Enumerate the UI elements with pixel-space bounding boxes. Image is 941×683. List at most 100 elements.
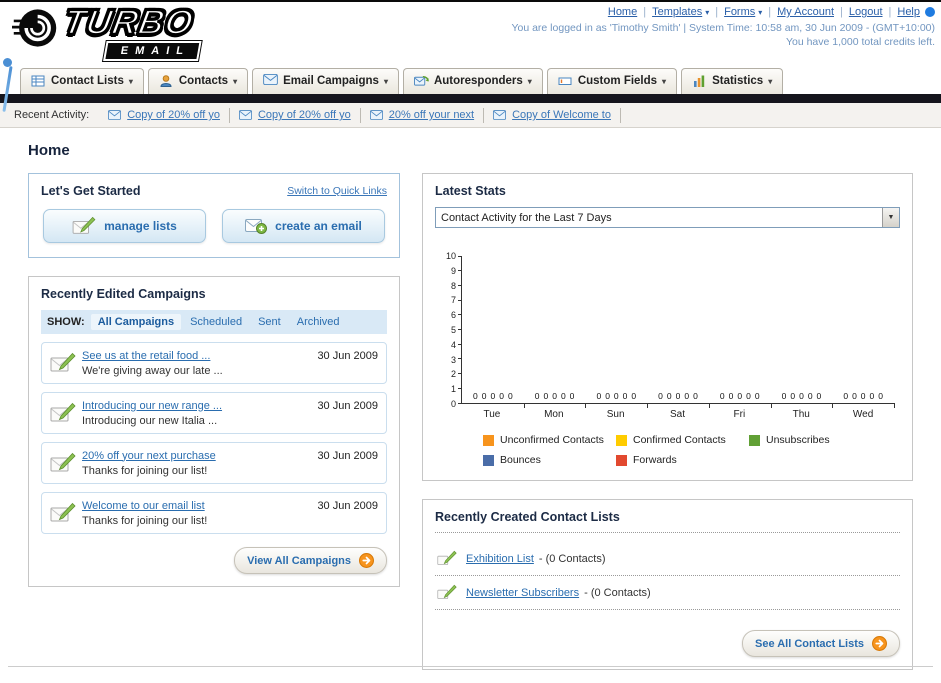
x-axis-tick-mark [708,403,710,408]
bar-value-label: 0 [622,391,628,401]
campaign-row[interactable]: Welcome to our email list Thanks for joi… [41,492,387,534]
bar-value-group: 00000 [709,391,771,401]
top-link-templates[interactable]: Templates [637,6,709,18]
manage-lists-button[interactable]: manage lists [43,209,206,243]
envelope-icon [493,110,507,120]
bar-value-label: 0 [605,391,610,401]
credits-info: You have 1,000 total credits left. [785,36,935,48]
campaign-title-link[interactable]: Welcome to our email list [82,500,309,512]
get-started-title: Let's Get Started [41,184,141,198]
recent-activity-item[interactable]: Copy of 20% off yo [99,107,230,123]
manage-lists-label: manage lists [104,219,177,233]
tab-custom-fields[interactable]: Custom Fields [546,68,678,94]
campaign-edit-icon [50,502,82,524]
logo-wordmark-bottom: EMAIL [103,41,202,61]
filter-all-campaigns[interactable]: All Campaigns [90,314,182,330]
campaign-title-link[interactable]: Introducing our new range ... [82,400,309,412]
filter-sent[interactable]: Sent [251,314,288,330]
bar-value-label: 0 [843,391,849,401]
top-link-my-account[interactable]: My Account [762,6,834,18]
recent-activity-item[interactable]: Copy of 20% off yo [230,107,361,123]
contact-list-name-link[interactable]: Newsletter Subscribers [466,587,579,599]
legend-item: Unconfirmed Contacts [483,434,616,446]
recent-activity-item-label: Copy of Welcome to [512,109,611,121]
tab-contact-lists[interactable]: Contact Lists [20,68,144,94]
campaign-title-link[interactable]: See us at the retail food ... [82,350,309,362]
contact-list-row[interactable]: Exhibition List - (0 Contacts) [435,542,900,576]
bar-value-label: 0 [507,391,513,401]
legend-swatch [616,434,627,446]
top-link-home[interactable]: Home [608,6,637,18]
campaign-row[interactable]: 20% off your next purchase Thanks for jo… [41,442,387,484]
dropdown-arrow-icon [702,6,709,18]
tab-email-campaigns[interactable]: Email Campaigns [252,68,399,94]
orange-arrow-icon [872,636,887,651]
campaigns-panel-title: Recently Edited Campaigns [41,287,206,301]
dropdown-arrow-icon [528,75,532,87]
y-axis-tick-mark [458,299,462,301]
view-all-campaigns-button[interactable]: View All Campaigns [234,547,387,574]
y-axis-tick-label: 1 [450,384,456,395]
y-axis-tick-label: 2 [450,369,456,380]
recent-activity-item[interactable]: 20% off your next [361,107,485,123]
y-axis-tick-mark [458,255,462,257]
recent-activity-item[interactable]: Copy of Welcome to [484,107,621,123]
contact-list-row[interactable]: Newsletter Subscribers - (0 Contacts) [435,576,900,610]
filter-scheduled[interactable]: Scheduled [183,314,249,330]
campaign-row[interactable]: See us at the retail food ... We're givi… [41,342,387,384]
create-email-label: create an email [275,219,362,233]
envelope-icon [238,110,253,120]
bar-value-label: 0 [807,391,813,401]
see-all-contact-lists-button[interactable]: See All Contact Lists [741,630,900,657]
bar-value-label: 0 [658,391,663,401]
tab-label: Email Campaigns [283,75,379,87]
campaign-title-link[interactable]: 20% off your next purchase [82,450,309,462]
x-axis-tick-mark [894,403,895,408]
top-link-help[interactable]: Help [883,6,920,18]
tab-contacts[interactable]: Contacts [147,68,249,94]
legend-swatch [616,454,627,466]
email-campaigns-icon [263,74,278,88]
recent-activity-item-label: Copy of 20% off yo [257,109,351,121]
x-axis-tick-mark [647,403,649,408]
recent-activity-label: Recent Activity: [14,109,90,121]
dropdown-arrow-icon [662,75,666,87]
filter-archived[interactable]: Archived [290,314,347,330]
y-axis-tick-label: 8 [450,280,456,291]
y-axis-tick-label: 10 [445,251,456,261]
campaign-row[interactable]: Introducing our new range ... Introducin… [41,392,387,434]
orange-arrow-icon [359,553,374,568]
top-link-forms[interactable]: Forms [709,6,762,18]
stats-period-select[interactable]: Contact Activity for the Last 7 Days ▼ [435,207,900,228]
x-axis-label: Thu [792,409,810,420]
dropdown-arrow-icon [755,6,762,18]
x-axis-tick-mark [770,403,772,408]
bar-value-label: 0 [631,391,637,401]
y-axis-tick-label: 4 [450,339,456,350]
tab-autoresponders[interactable]: Autoresponders [402,68,543,94]
help-status-dot-icon [925,7,935,17]
switch-to-quick-links-link[interactable]: Switch to Quick Links [287,185,387,197]
top-link-label: Forms [724,6,756,18]
create-email-button[interactable]: create an email [222,209,385,243]
page-title: Home [28,142,70,159]
tab-label: Autoresponders [433,75,523,87]
logo-swirl-icon [12,9,57,47]
dropdown-arrow-icon [768,75,772,87]
bar-value-label: 0 [684,391,690,401]
y-axis-tick-mark [458,329,462,330]
app-page: TURBO EMAIL Home Templates Forms My Acco… [0,0,941,683]
bar-value-label: 0 [781,391,787,401]
see-all-contact-lists-label: See All Contact Lists [754,637,864,650]
bar-value-label: 0 [860,391,866,401]
bar-value-group: 00000 [462,391,524,401]
tab-statistics[interactable]: Statistics [681,68,784,94]
bar-value-label: 0 [675,391,681,401]
chart-y-axis: 10 9 8 7 6 5 4 3 2 1 0 [441,251,461,409]
contact-list-name-link[interactable]: Exhibition List [466,553,534,565]
bar-value-group: 00000 [832,391,894,401]
x-axis-tick-mark [832,403,834,408]
top-link-label: Templates [652,6,703,18]
legend-item: Forwards [616,454,749,466]
top-link-logout[interactable]: Logout [834,6,883,18]
